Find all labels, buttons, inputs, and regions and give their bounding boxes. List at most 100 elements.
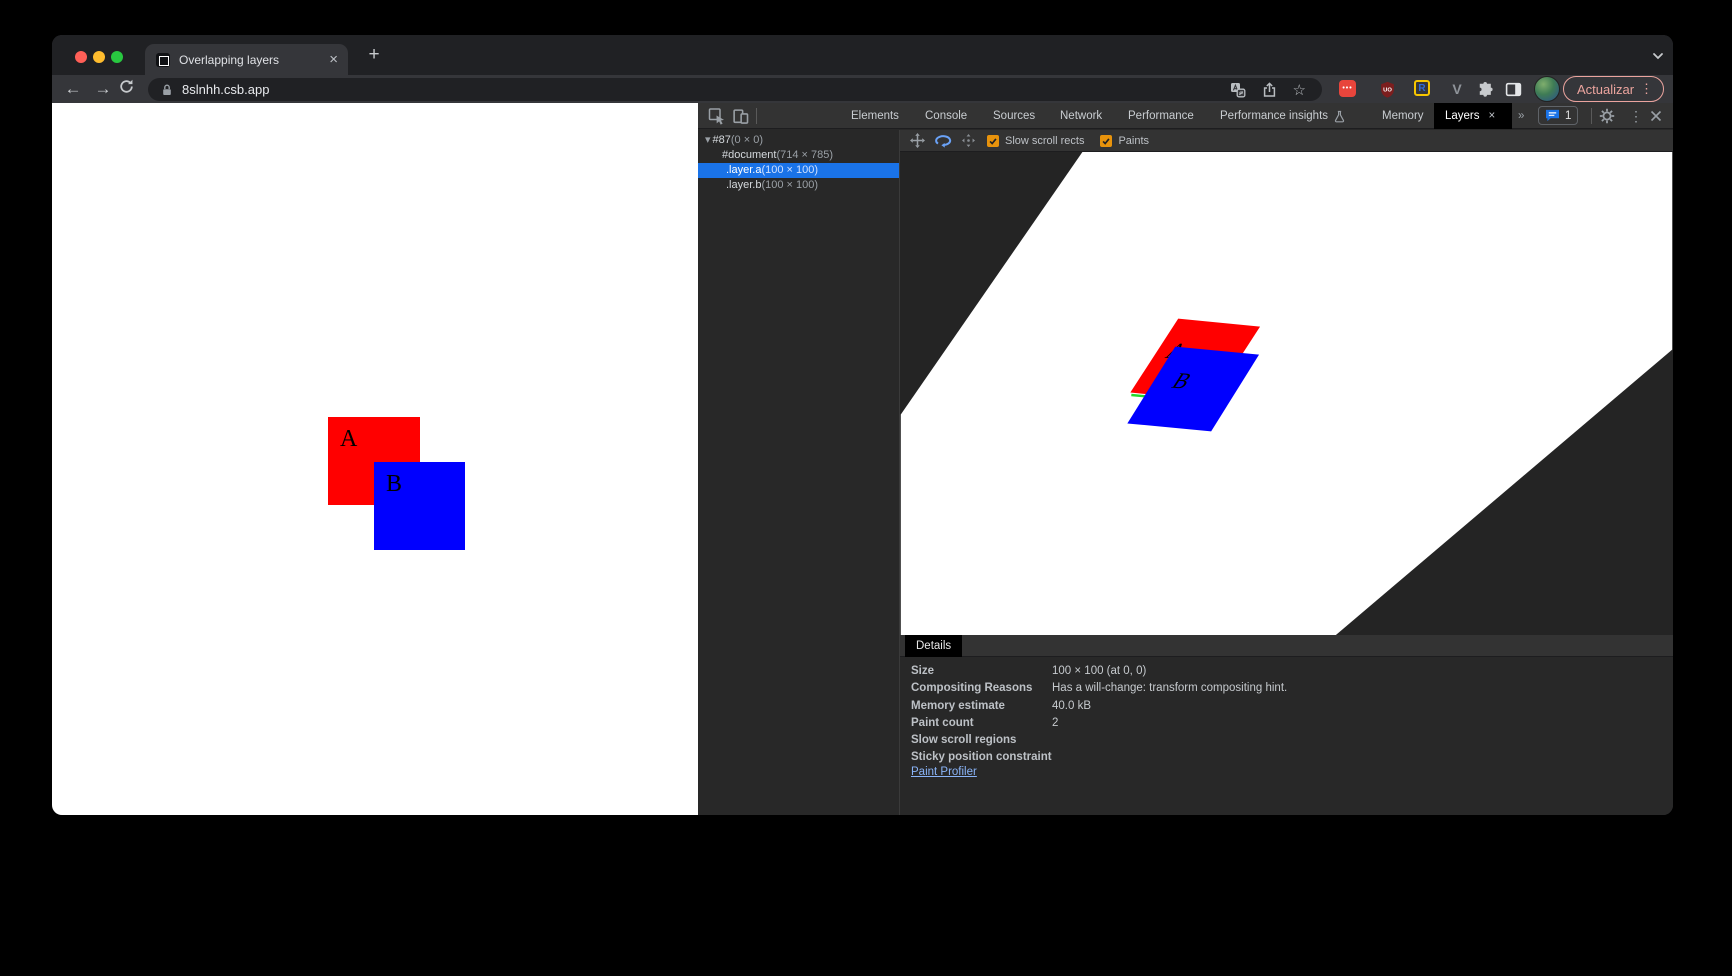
- tab-memory[interactable]: Memory: [1382, 103, 1424, 129]
- layers-tree-pane: ▾#87(0 × 0) #document(714 × 785) .layer.…: [698, 130, 900, 815]
- layers-3d-scene: A B: [900, 152, 1673, 635]
- tree-node-dims: (100 × 100): [761, 179, 818, 191]
- tree-row-layer-a-selected[interactable]: .layer.a(100 × 100): [698, 163, 899, 178]
- extension-r-icon[interactable]: R: [1414, 80, 1430, 96]
- layers-3d-viewport[interactable]: A B: [900, 152, 1673, 635]
- rotate-mode-icon[interactable]: [934, 133, 953, 148]
- tree-node-dims: (0 × 0): [731, 134, 763, 146]
- tree-row-layer-b[interactable]: .layer.b(100 × 100): [698, 178, 899, 193]
- document-layer-plane[interactable]: [901, 152, 1672, 635]
- detail-label: Sticky position constraint: [911, 749, 1052, 766]
- inspect-element-icon[interactable]: [708, 107, 726, 125]
- detail-value: 2: [1052, 715, 1058, 732]
- tab-performance-insights-label: Performance insights: [1220, 103, 1328, 129]
- browser-tab[interactable]: Overlapping layers ×: [145, 44, 348, 75]
- tab-performance-insights[interactable]: Performance insights: [1220, 103, 1345, 129]
- detail-label: Paint count: [911, 715, 974, 732]
- detail-label: Compositing Reasons: [911, 680, 1032, 697]
- tree-row-root[interactable]: ▾#87(0 × 0): [698, 133, 899, 148]
- detail-value: Has a will-change: transform compositing…: [1052, 680, 1287, 697]
- bookmark-star-icon[interactable]: ☆: [1293, 81, 1306, 99]
- detail-value: 40.0 kB: [1052, 698, 1091, 715]
- tab-network[interactable]: Network: [1060, 103, 1102, 129]
- slow-scroll-rects-label[interactable]: Slow scroll rects: [1005, 135, 1084, 147]
- browser-window: Overlapping layers × + ← → 8slnhh.csb.ap…: [52, 35, 1673, 815]
- window-close-button[interactable]: [75, 51, 87, 63]
- paint-profiler-link[interactable]: Paint Profiler: [911, 766, 977, 778]
- layer-a-letter: A: [328, 417, 420, 453]
- detail-label: Slow scroll regions: [911, 732, 1016, 749]
- tab-performance[interactable]: Performance: [1128, 103, 1194, 129]
- detail-row-slow-scroll-regions: Slow scroll regions: [900, 732, 1673, 749]
- reset-view-icon[interactable]: [962, 134, 975, 147]
- desktop: Overlapping layers × + ← → 8slnhh.csb.ap…: [0, 0, 1732, 976]
- layer-b-letter: B: [374, 462, 465, 498]
- details-header: Details: [900, 635, 1673, 657]
- refresh-button-label: Actualizar: [1577, 82, 1640, 97]
- devtools-panel: Elements Console Sources Network Perform…: [698, 103, 1673, 815]
- detail-row-compositing-reasons: Compositing Reasons Has a will-change: t…: [900, 680, 1673, 697]
- window-body: A B Elements Console: [52, 103, 1673, 815]
- share-icon[interactable]: [1262, 82, 1277, 98]
- window-minimize-button[interactable]: [93, 51, 105, 63]
- device-toolbar-icon[interactable]: [732, 108, 749, 125]
- tree-expand-arrow-icon[interactable]: ▾: [705, 134, 711, 146]
- tab-elements[interactable]: Elements: [851, 103, 899, 129]
- detail-row-size: Size 100 × 100 (at 0, 0): [900, 663, 1673, 680]
- new-tab-button[interactable]: +: [362, 43, 386, 67]
- side-panel-icon[interactable]: [1504, 80, 1522, 98]
- tab-layers-close-icon[interactable]: ×: [1489, 103, 1496, 129]
- vue-devtools-icon[interactable]: V: [1448, 80, 1466, 98]
- toolbar-divider: [1591, 108, 1592, 124]
- refresh-menu-dots-icon[interactable]: ⋮: [1640, 81, 1653, 97]
- detail-row-paint-count: Paint count 2: [900, 715, 1673, 732]
- tab-console[interactable]: Console: [925, 103, 967, 129]
- address-bar[interactable]: 8slnhh.csb.app ☆: [148, 78, 1322, 101]
- back-button[interactable]: ←: [60, 76, 86, 102]
- tab-search-chevron-icon[interactable]: [1648, 48, 1668, 64]
- devtools-tab-bar: Elements Console Sources Network Perform…: [698, 103, 1673, 129]
- paints-label[interactable]: Paints: [1118, 135, 1149, 147]
- tree-node-name: .layer.a: [726, 164, 761, 176]
- tree-node-dims: (100 × 100): [761, 164, 818, 176]
- tree-node-name: #87: [713, 134, 731, 146]
- tab-title: Overlapping layers: [179, 53, 323, 67]
- site-favicon-icon: [156, 53, 170, 67]
- profile-avatar[interactable]: [1534, 76, 1560, 102]
- detail-value: 100 × 100 (at 0, 0): [1052, 663, 1146, 680]
- paints-checkbox[interactable]: [1100, 135, 1112, 147]
- issues-chat-icon: [1545, 109, 1560, 122]
- translate-icon[interactable]: [1230, 82, 1246, 98]
- detail-label: Size: [911, 663, 934, 680]
- forward-button[interactable]: →: [90, 76, 116, 102]
- tab-sources[interactable]: Sources: [993, 103, 1035, 129]
- issues-counter[interactable]: 1: [1538, 106, 1578, 125]
- flask-icon: [1334, 110, 1345, 123]
- issues-count-label: 1: [1565, 110, 1571, 122]
- layer-details-pane: Details Size 100 × 100 (at 0, 0) Composi…: [900, 635, 1673, 815]
- tab-layers-active[interactable]: Layers ×: [1434, 103, 1512, 129]
- tab-layers-label: Layers: [1445, 103, 1480, 129]
- reload-button[interactable]: [118, 78, 144, 104]
- extensions-puzzle-icon[interactable]: [1476, 80, 1494, 98]
- settings-gear-icon[interactable]: [1599, 108, 1615, 124]
- detail-row-sticky-position-constraint: Sticky position constraint: [900, 749, 1673, 766]
- layers-3d-pane: Slow scroll rects Paints A: [900, 130, 1673, 815]
- url-text[interactable]: 8slnhh.csb.app: [182, 82, 1230, 97]
- tree-row-document[interactable]: #document(714 × 785): [698, 148, 899, 163]
- tab-close-icon[interactable]: ×: [329, 52, 338, 67]
- layers-toolbar: Slow scroll rects Paints: [900, 130, 1673, 152]
- devtools-close-icon[interactable]: [1649, 109, 1663, 123]
- window-zoom-button[interactable]: [111, 51, 123, 63]
- browser-toolbar: ← → 8slnhh.csb.app ☆ ••• UO: [52, 75, 1673, 103]
- extension-password-icon[interactable]: •••: [1339, 80, 1356, 97]
- devtools-menu-dots-icon[interactable]: ⋮: [1629, 103, 1643, 129]
- ublock-shield-icon[interactable]: UO: [1378, 80, 1396, 98]
- pan-mode-icon[interactable]: [910, 133, 925, 148]
- slow-scroll-rects-checkbox[interactable]: [987, 135, 999, 147]
- profile-refresh-button[interactable]: Actualizar ⋮: [1563, 76, 1664, 102]
- toolbar-divider: [756, 108, 757, 124]
- lock-icon[interactable]: [160, 83, 174, 97]
- more-tabs-chevron-icon[interactable]: »: [1518, 103, 1524, 129]
- details-tab[interactable]: Details: [905, 635, 962, 657]
